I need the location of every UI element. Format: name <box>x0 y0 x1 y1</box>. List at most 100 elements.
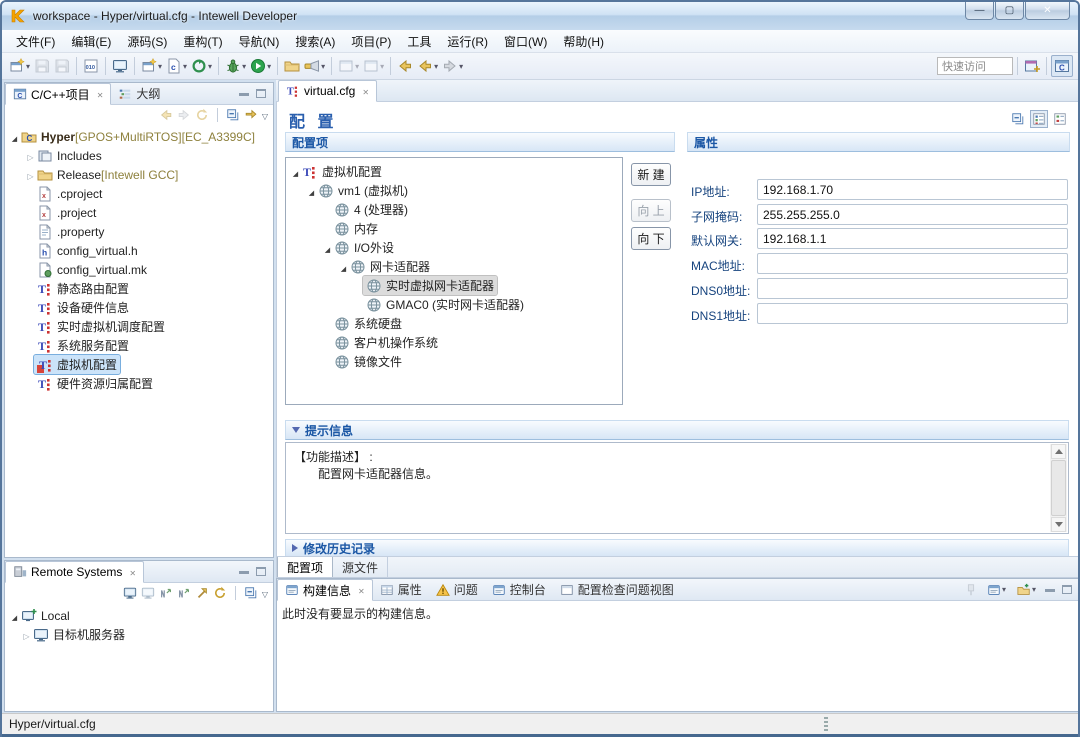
cfg-node-nic-adapter[interactable]: 网卡适配器 <box>286 257 622 276</box>
mac-address-input[interactable] <box>757 253 1068 274</box>
refresh-icon[interactable] <box>213 586 227 600</box>
back-history-button[interactable] <box>395 55 415 77</box>
tab-build-info[interactable]: 构建信息 <box>277 579 373 601</box>
view-menu-icon[interactable] <box>262 108 268 122</box>
open-perspective-button[interactable] <box>1022 55 1042 77</box>
import-connection-icon[interactable] <box>177 586 191 600</box>
scrollbar-thumb[interactable] <box>1051 460 1066 516</box>
tab-problems[interactable]: 问题 <box>429 579 485 600</box>
display-console-button[interactable] <box>985 579 1008 601</box>
new-c-file-button[interactable] <box>164 55 189 77</box>
expand-arrow-icon[interactable] <box>322 241 333 255</box>
menu-tools[interactable]: 工具 <box>399 30 439 53</box>
hint-scrollbar[interactable] <box>1050 444 1067 532</box>
tree-item-project-file[interactable]: x .project <box>5 203 273 222</box>
last-edit-button[interactable] <box>336 55 361 77</box>
tab-outline[interactable]: 大纲 <box>111 83 167 104</box>
tree-item-config-h[interactable]: h config_virtual.h <box>5 241 273 260</box>
close-button[interactable]: ✕ <box>1025 1 1070 20</box>
tab-remote-systems[interactable]: Remote Systems <box>5 561 144 583</box>
statusbar-grip[interactable] <box>824 717 828 733</box>
layout-rows-icon[interactable] <box>1053 112 1067 126</box>
cfg-node-image-file[interactable]: 镜像文件 <box>286 352 622 371</box>
scroll-down-icon[interactable] <box>1051 517 1066 532</box>
menu-navigate[interactable]: 导航(N) <box>231 30 288 53</box>
tab-close-icon[interactable] <box>359 84 369 98</box>
menu-edit[interactable]: 编辑(E) <box>63 30 119 53</box>
maximize-button[interactable]: ▢ <box>995 1 1024 20</box>
layout-columns-toggle[interactable] <box>1030 110 1048 128</box>
disconnect-monitor-icon[interactable] <box>141 586 155 600</box>
tree-item-static-route-config[interactable]: 静态路由配置 <box>5 279 273 298</box>
cfg-node-processor[interactable]: 4 (处理器) <box>286 200 622 219</box>
maximize-view-icon[interactable] <box>256 89 266 98</box>
new-wizard-button[interactable] <box>7 55 32 77</box>
back-button[interactable] <box>415 55 440 77</box>
build-config-button[interactable] <box>189 55 214 77</box>
cpp-perspective-button[interactable] <box>1051 55 1073 77</box>
scroll-up-icon[interactable] <box>1051 444 1066 459</box>
dns1-input[interactable] <box>757 303 1068 324</box>
collapse-arrow-icon[interactable] <box>21 628 32 642</box>
tree-item-hw-resource-config[interactable]: 硬件资源归属配置 <box>5 374 273 393</box>
tab-config-check-view[interactable]: 配置检查问题视图 <box>553 579 681 600</box>
tree-item-device-hw-info[interactable]: 设备硬件信息 <box>5 298 273 317</box>
open-resource-button[interactable] <box>282 55 302 77</box>
page-tab-source[interactable]: 源文件 <box>333 557 388 577</box>
tree-item-rt-vm-sched-config[interactable]: 实时虚拟机调度配置 <box>5 317 273 336</box>
menu-help[interactable]: 帮助(H) <box>555 30 612 53</box>
menu-refactor[interactable]: 重构(T) <box>175 30 230 53</box>
tree-item-includes[interactable]: Includes <box>5 146 273 165</box>
expand-arrow-icon[interactable] <box>306 184 317 198</box>
gateway-input[interactable] <box>757 228 1068 249</box>
save-button[interactable] <box>32 55 52 77</box>
expand-arrow-icon[interactable] <box>9 609 20 623</box>
cfg-node-vm1[interactable]: vm1 (虚拟机) <box>286 181 622 200</box>
ip-address-input[interactable] <box>757 179 1068 200</box>
menu-file[interactable]: 文件(F) <box>8 30 63 53</box>
cfg-node-system-disk[interactable]: 系统硬盘 <box>286 314 622 333</box>
menu-window[interactable]: 窗口(W) <box>496 30 555 53</box>
run-button[interactable] <box>248 55 273 77</box>
link-editor-icon[interactable] <box>244 108 258 122</box>
binary-button[interactable] <box>81 55 101 77</box>
expand-arrow-icon[interactable] <box>338 260 349 274</box>
tree-item-cproject[interactable]: x .cproject <box>5 184 273 203</box>
new-connection-button[interactable] <box>139 55 164 77</box>
move-down-button[interactable]: 向 下 <box>631 227 671 250</box>
minimize-view-icon[interactable] <box>239 571 249 574</box>
cfg-node-gmac0[interactable]: GMAC0 (实时网卡适配器) <box>286 295 622 314</box>
expand-arrow-icon[interactable] <box>9 130 20 144</box>
tab-properties[interactable]: 属性 <box>373 579 429 600</box>
collapse-all-icon[interactable] <box>244 586 258 600</box>
connect-monitor-icon[interactable] <box>123 586 137 600</box>
subnet-mask-input[interactable] <box>757 204 1068 225</box>
tab-close-icon[interactable] <box>126 565 136 579</box>
cfg-node-io-peripherals[interactable]: I/O外设 <box>286 238 622 257</box>
cfg-node-memory[interactable]: 内存 <box>286 219 622 238</box>
minimize-view-icon[interactable] <box>239 93 249 96</box>
search-button[interactable] <box>302 55 327 77</box>
save-all-button[interactable] <box>52 55 72 77</box>
history-section-header[interactable]: 修改历史记录 <box>285 539 1069 557</box>
tree-item-target-server[interactable]: 目标机服务器 <box>5 625 273 644</box>
tree-item-release[interactable]: Release[Intewell GCC] <box>5 165 273 184</box>
tree-item-vm-config[interactable]: 虚拟机配置 <box>5 355 273 374</box>
cfg-node-vm-config[interactable]: 虚拟机配置 <box>286 162 622 181</box>
tree-item-sys-service-config[interactable]: 系统服务配置 <box>5 336 273 355</box>
collapse-arrow-icon[interactable] <box>25 168 36 182</box>
tree-item-config-mk[interactable]: config_virtual.mk <box>5 260 273 279</box>
next-annotation-button[interactable] <box>361 55 386 77</box>
menu-project[interactable]: 项目(P) <box>343 30 399 53</box>
tab-console[interactable]: 控制台 <box>485 579 553 600</box>
debug-button[interactable] <box>223 55 248 77</box>
new-connection-icon[interactable] <box>159 586 173 600</box>
expand-arrow-icon[interactable] <box>290 165 301 179</box>
cfg-node-rt-virtual-nic[interactable]: 实时虚拟网卡适配器 <box>286 276 622 295</box>
tab-close-icon[interactable] <box>94 87 104 101</box>
tree-item-local[interactable]: Local <box>5 606 273 625</box>
tree-item-project[interactable]: Hyper[GPOS+MultiRTOS][EC_A3399C] <box>5 127 273 146</box>
view-menu-icon[interactable] <box>262 586 268 600</box>
collapse-all-icon[interactable] <box>226 108 240 122</box>
page-tab-config[interactable]: 配置项 <box>277 557 333 577</box>
